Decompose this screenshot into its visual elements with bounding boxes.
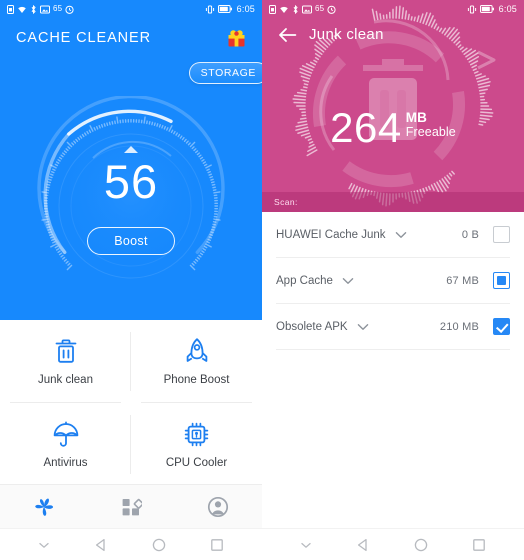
nav-item-tools[interactable] — [87, 496, 174, 518]
alarm-icon — [327, 5, 336, 14]
alarm-icon — [65, 5, 74, 14]
feature-tiles: Junk clean Phone Boost Antivirus CPU Coo… — [0, 320, 262, 486]
category-checkbox[interactable] — [493, 272, 510, 289]
umbrella-icon — [52, 420, 80, 448]
storage-button-area: STORAGE — [0, 58, 262, 92]
cpu-chip-icon — [183, 420, 210, 448]
sim-card-icon — [7, 4, 14, 14]
home-icon[interactable] — [413, 537, 429, 553]
status-bar-left: 65 6:05 — [0, 0, 262, 18]
gauge-center: 56 Boost — [87, 154, 175, 255]
scan-label: Scan: — [274, 197, 298, 207]
junk-category-list: HUAWEI Cache Junk 0 B App Cache 67 MB Ob… — [262, 212, 524, 350]
bottom-navigation — [0, 484, 262, 528]
status-bar-right: 65 6:05 — [262, 0, 524, 18]
tile-label: Phone Boost — [163, 374, 230, 386]
tile-phone-boost[interactable]: Phone Boost — [131, 320, 262, 403]
status-bar-clock: 6:05 — [236, 3, 255, 14]
tile-label: Junk clean — [38, 374, 93, 386]
scan-status-band: Scan: — [262, 192, 524, 212]
wifi-icon — [280, 6, 288, 13]
account-icon — [208, 496, 229, 517]
tile-junk-clean[interactable]: Junk clean — [0, 320, 131, 403]
category-label: HUAWEI Cache Junk — [276, 228, 386, 241]
pinwheel-icon — [34, 498, 53, 516]
status-bar-left-icons: 65 — [7, 4, 74, 14]
gauge-value: 56 — [103, 154, 159, 208]
hide-navbar-icon[interactable] — [37, 538, 51, 552]
freeable-unit: MB — [405, 110, 428, 125]
status-bar-right-icons: 6:05 — [467, 3, 517, 14]
battery-percent-label: 65 — [315, 4, 325, 13]
category-checkbox[interactable] — [493, 318, 510, 335]
recents-icon[interactable] — [209, 537, 225, 553]
chevron-down-icon[interactable] — [395, 231, 407, 239]
page-header: Junk clean — [262, 18, 524, 43]
chevron-down-icon[interactable] — [342, 277, 354, 285]
category-size: 210 MB — [439, 320, 479, 333]
nav-item-home[interactable] — [0, 496, 87, 518]
recents-icon[interactable] — [471, 537, 487, 553]
freeable-amount: 264 — [330, 104, 402, 151]
wifi-icon — [18, 6, 26, 13]
battery-icon — [479, 5, 494, 13]
status-bar-right-icons: 6:05 — [205, 3, 255, 14]
tile-label: Antivirus — [43, 457, 88, 469]
category-size: 67 MB — [446, 274, 479, 287]
app-title: CACHE CLEANER — [16, 30, 151, 46]
boost-button[interactable]: Boost — [87, 226, 175, 255]
storage-button[interactable]: STORAGE — [188, 62, 262, 84]
status-bar-clock: 6:05 — [498, 3, 517, 14]
category-size: 0 B — [461, 228, 479, 241]
app-header: CACHE CLEANER — [0, 18, 262, 58]
chevron-down-icon[interactable] — [357, 323, 369, 331]
trash-icon — [53, 337, 79, 365]
vibrate-icon — [467, 5, 476, 13]
screenshot-root: 65 6:05 CACHE CLEANER STORAGE 56 Boost J… — [0, 0, 524, 560]
left-phone-screen: 65 6:05 CACHE CLEANER STORAGE 56 Boost J… — [0, 0, 262, 560]
junk-clean-hero: 65 6:05 Junk clean 264 MB Freeable Scan: — [262, 0, 524, 212]
list-item[interactable]: Obsolete APK 210 MB — [276, 304, 510, 350]
nav-item-profile[interactable] — [175, 496, 262, 518]
hide-navbar-icon[interactable] — [299, 538, 313, 552]
sim-card-icon — [269, 4, 276, 14]
status-bar-left-icons: 65 — [269, 4, 336, 14]
freeable-readout: 264 MB Freeable — [262, 104, 524, 151]
android-nav-bar-left — [0, 528, 262, 560]
boost-gauge: 56 Boost — [0, 92, 262, 320]
category-label: Obsolete APK — [276, 320, 348, 333]
tile-antivirus[interactable]: Antivirus — [0, 403, 131, 486]
freeable-caption: Freeable — [405, 125, 456, 140]
list-item[interactable]: HUAWEI Cache Junk 0 B — [276, 212, 510, 258]
android-nav-bar-right — [262, 528, 524, 560]
back-arrow-icon[interactable] — [278, 27, 297, 43]
vibrate-icon — [205, 5, 214, 13]
back-icon[interactable] — [93, 537, 109, 553]
screenshot-icon — [40, 5, 50, 13]
page-title: Junk clean — [309, 26, 384, 43]
screenshot-icon — [302, 5, 312, 13]
rocket-icon — [184, 337, 210, 365]
home-icon[interactable] — [151, 537, 167, 553]
back-icon[interactable] — [355, 537, 371, 553]
bluetooth-icon — [31, 4, 36, 14]
battery-icon — [217, 5, 232, 13]
gift-icon[interactable] — [227, 29, 246, 48]
freeable-unit-block: MB Freeable — [406, 110, 456, 139]
list-item[interactable]: App Cache 67 MB — [276, 258, 510, 304]
right-phone-screen: 65 6:05 Junk clean 264 MB Freeable Scan:… — [262, 0, 524, 560]
tile-cpu-cooler[interactable]: CPU Cooler — [131, 403, 262, 486]
tile-label: CPU Cooler — [165, 457, 228, 469]
battery-percent-label: 65 — [53, 4, 63, 13]
category-checkbox[interactable] — [493, 226, 510, 243]
category-label: App Cache — [276, 274, 333, 287]
grid-apps-icon — [122, 498, 142, 515]
bluetooth-icon — [293, 4, 298, 14]
